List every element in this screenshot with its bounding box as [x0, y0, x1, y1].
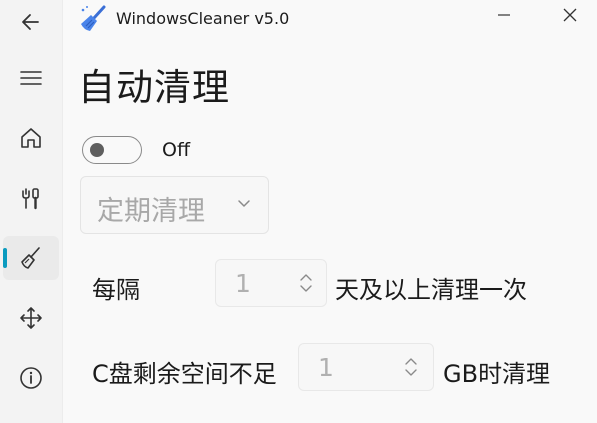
home-icon [21, 128, 41, 148]
nav-item-auto-clean[interactable] [3, 236, 59, 280]
spin-arrows-icon[interactable] [298, 272, 314, 294]
toggle-knob [90, 143, 104, 157]
app-window: WindowsCleaner v5.0 自动清理 Off 定期清理 每隔 1 天… [0, 0, 597, 423]
disk-prefix-label: C盘剩余空间不足 [92, 360, 277, 388]
disk-threshold-value: 1 [318, 353, 334, 382]
close-button[interactable] [550, 0, 590, 30]
disk-threshold-input[interactable]: 1 [298, 343, 434, 391]
tools-icon [22, 188, 39, 210]
move-icon [20, 307, 42, 329]
interval-days-input[interactable]: 1 [215, 259, 327, 307]
hamburger-menu-icon [20, 71, 42, 85]
broom-icon [21, 247, 40, 269]
disk-suffix-label: GB时清理 [443, 360, 551, 388]
dropdown-selected-value: 定期清理 [97, 196, 205, 227]
info-icon [20, 367, 42, 389]
nav-item-move[interactable] [3, 296, 59, 340]
schedule-mode-dropdown[interactable]: 定期清理 [80, 176, 269, 234]
chevron-down-icon [238, 200, 250, 207]
auto-clean-toggle[interactable] [82, 136, 142, 164]
nav-item-home[interactable] [3, 116, 59, 160]
spin-arrows-icon[interactable] [403, 356, 419, 378]
interval-prefix-label: 每隔 [92, 276, 140, 304]
app-title: WindowsCleaner v5.0 [116, 9, 290, 28]
app-broom-icon [81, 5, 106, 31]
page-title: 自动清理 [78, 66, 230, 109]
minimize-button[interactable] [484, 0, 524, 30]
title-bar: WindowsCleaner v5.0 [62, 0, 597, 40]
interval-days-value: 1 [235, 269, 251, 298]
nav-item-tools[interactable] [3, 177, 59, 221]
toggle-state-label: Off [162, 139, 191, 161]
back-button[interactable] [3, 0, 59, 44]
interval-suffix-label: 天及以上清理一次 [335, 276, 527, 304]
nav-item-about[interactable] [3, 356, 59, 400]
minimize-icon [498, 14, 510, 16]
selected-indicator [3, 248, 7, 268]
back-arrow-icon [22, 14, 39, 30]
navigation-rail [0, 0, 62, 423]
close-icon [563, 8, 577, 22]
menu-toggle-button[interactable] [3, 56, 59, 100]
